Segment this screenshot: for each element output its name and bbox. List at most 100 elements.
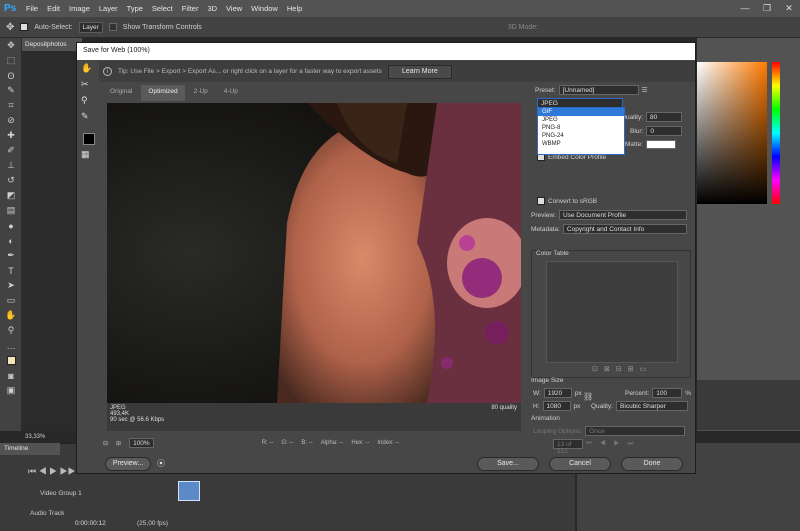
hue-slider[interactable]: [772, 62, 780, 204]
move-tool-icon[interactable]: ✥: [6, 22, 14, 33]
preview-button[interactable]: Preview...: [105, 457, 151, 471]
brush-icon[interactable]: ✐: [0, 143, 22, 158]
format-option-gif[interactable]: GIF: [538, 108, 624, 116]
menu-image[interactable]: Image: [69, 4, 90, 13]
info-icon: i: [103, 67, 112, 76]
auto-select-checkbox[interactable]: [20, 23, 29, 31]
link-icon[interactable]: ⛓: [583, 392, 593, 401]
preview-profile-dropdown[interactable]: Use Document Profile: [558, 210, 687, 220]
tab-optimized[interactable]: Optimized: [141, 85, 185, 101]
blur-field[interactable]: 0: [646, 126, 683, 136]
image-size-header: Image Size: [531, 377, 564, 384]
menu-file[interactable]: File: [26, 4, 38, 13]
resample-dropdown[interactable]: Bicubic Sharper: [616, 401, 689, 411]
format-option-jpeg[interactable]: JPEG: [538, 116, 624, 124]
menu-filter[interactable]: Filter: [182, 4, 199, 13]
gradient-icon[interactable]: ▤: [0, 203, 22, 218]
width-row: W: 1920 px: [533, 388, 582, 398]
menu-edit[interactable]: Edit: [47, 4, 60, 13]
stamp-icon[interactable]: ⊥: [0, 158, 22, 173]
format-option-png8[interactable]: PNG-8: [538, 124, 624, 132]
quick-mask-icon[interactable]: ◙: [0, 368, 22, 383]
menu-layer[interactable]: Layer: [99, 4, 118, 13]
document-tab[interactable]: Depositphotos: [22, 38, 82, 51]
document-zoom[interactable]: 33,33%: [25, 434, 45, 440]
zoom-level-field[interactable]: 100%: [129, 438, 154, 448]
color-table-actions[interactable]: ⊡⊠⊟⊞▭: [592, 365, 652, 373]
metadata-dropdown[interactable]: Copyright and Contact Info: [562, 224, 687, 234]
format-option-wbmp[interactable]: WBMP: [538, 140, 624, 148]
eraser-icon[interactable]: ◩: [0, 188, 22, 203]
tab-4-up[interactable]: 4-Up: [217, 85, 245, 101]
color-picker-field[interactable]: [697, 62, 767, 204]
convert-srgb-checkbox[interactable]: [537, 197, 545, 205]
options-bar: ✥ Auto-Select: Layer Show Transform Cont…: [0, 17, 800, 38]
rectangle-icon[interactable]: ▭: [0, 293, 22, 308]
eyedropper-icon[interactable]: ⊘: [0, 113, 22, 128]
matte-swatch[interactable]: [646, 140, 677, 149]
toggle-slices-icon[interactable]: ▦: [81, 149, 99, 165]
tab-original[interactable]: Original: [103, 85, 139, 101]
learn-more-button[interactable]: Learn More: [387, 64, 452, 79]
close-icon[interactable]: ✕: [778, 0, 800, 17]
menu-type[interactable]: Type: [127, 4, 143, 13]
color-swatches-icon[interactable]: [0, 353, 22, 368]
minimize-icon[interactable]: —: [734, 0, 756, 17]
auto-select-dropdown[interactable]: Layer: [78, 21, 103, 33]
menu-view[interactable]: View: [226, 4, 242, 13]
convert-srgb-row: Convert to sRGB: [537, 197, 597, 205]
done-button[interactable]: Done: [621, 457, 683, 471]
percent-label: Percent:: [625, 389, 650, 397]
video-clip[interactable]: [178, 481, 200, 501]
dodge-icon[interactable]: ◐: [0, 233, 22, 248]
timeline-tab[interactable]: Timeline: [0, 443, 60, 455]
crop-icon[interactable]: ⌗: [0, 98, 22, 113]
blur-icon[interactable]: ●: [0, 218, 22, 233]
height-field[interactable]: 1080: [542, 401, 571, 411]
maximize-icon[interactable]: ❐: [756, 0, 778, 17]
color-table-grid: [546, 261, 678, 363]
menu-help[interactable]: Help: [287, 4, 302, 13]
percent-field[interactable]: 100: [652, 388, 683, 398]
width-field[interactable]: 1920: [543, 388, 572, 398]
hand-tool-icon[interactable]: ✋: [81, 63, 99, 79]
marquee-icon[interactable]: ⬚: [0, 53, 22, 68]
quick-select-icon[interactable]: ✎: [0, 83, 22, 98]
pen-icon[interactable]: ✒: [0, 248, 22, 263]
dialog-tools: ✋ ✂ ⚲ ✎ ▦: [81, 63, 99, 183]
preview-info-bar: JPEG 493,4K 90 sec @ 56.6 Kbps 80 qualit…: [107, 403, 521, 431]
format-dropdown-list: GIF JPEG PNG-8 PNG-24 WBMP: [537, 107, 625, 155]
eyedropper-tool-icon[interactable]: ✎: [81, 111, 99, 127]
menu-window[interactable]: Window: [251, 4, 278, 13]
menu-select[interactable]: Select: [152, 4, 173, 13]
hand-icon[interactable]: ✋: [0, 308, 22, 323]
type-icon[interactable]: T: [0, 263, 22, 278]
lasso-icon[interactable]: ʘ: [0, 68, 22, 83]
zoom-out-icon[interactable]: ⊟: [103, 440, 108, 447]
move-icon[interactable]: ✥: [0, 38, 22, 53]
cancel-button[interactable]: Cancel: [549, 457, 611, 471]
tab-2-up[interactable]: 2-Up: [187, 85, 215, 101]
zoom-bar: ⊟ ⊞ 100% R: -- G: -- B: -- Alpha: -- Hex…: [103, 437, 527, 449]
preset-dropdown[interactable]: [Unnamed]: [558, 85, 639, 95]
zoom-in-icon[interactable]: ⊞: [116, 440, 121, 447]
screen-mode-icon[interactable]: ▣: [0, 383, 22, 398]
transform-controls-checkbox[interactable]: [108, 23, 117, 31]
healing-icon[interactable]: ✚: [0, 128, 22, 143]
browser-preview-icon[interactable]: ⦿: [157, 458, 165, 469]
eyedropper-color-swatch[interactable]: [83, 133, 95, 145]
optimized-preview-image[interactable]: [107, 103, 521, 403]
playback-controls[interactable]: ⏮ ◀ ▶ ▶▶: [28, 466, 76, 477]
history-brush-icon[interactable]: ↺: [0, 173, 22, 188]
slice-select-icon[interactable]: ✂: [81, 79, 99, 95]
zoom-icon[interactable]: ⚲: [0, 323, 22, 338]
photoshop-logo: Ps: [4, 3, 17, 14]
menu-3d[interactable]: 3D: [207, 4, 217, 13]
format-option-png24[interactable]: PNG-24: [538, 132, 624, 140]
path-select-icon[interactable]: ➤: [0, 278, 22, 293]
quality-field[interactable]: 80: [646, 112, 683, 122]
more-tools-icon[interactable]: …: [0, 338, 22, 353]
save-button[interactable]: Save...: [477, 457, 539, 471]
optimize-menu-icon[interactable]: ☰: [642, 86, 648, 94]
zoom-tool-icon[interactable]: ⚲: [81, 95, 99, 111]
